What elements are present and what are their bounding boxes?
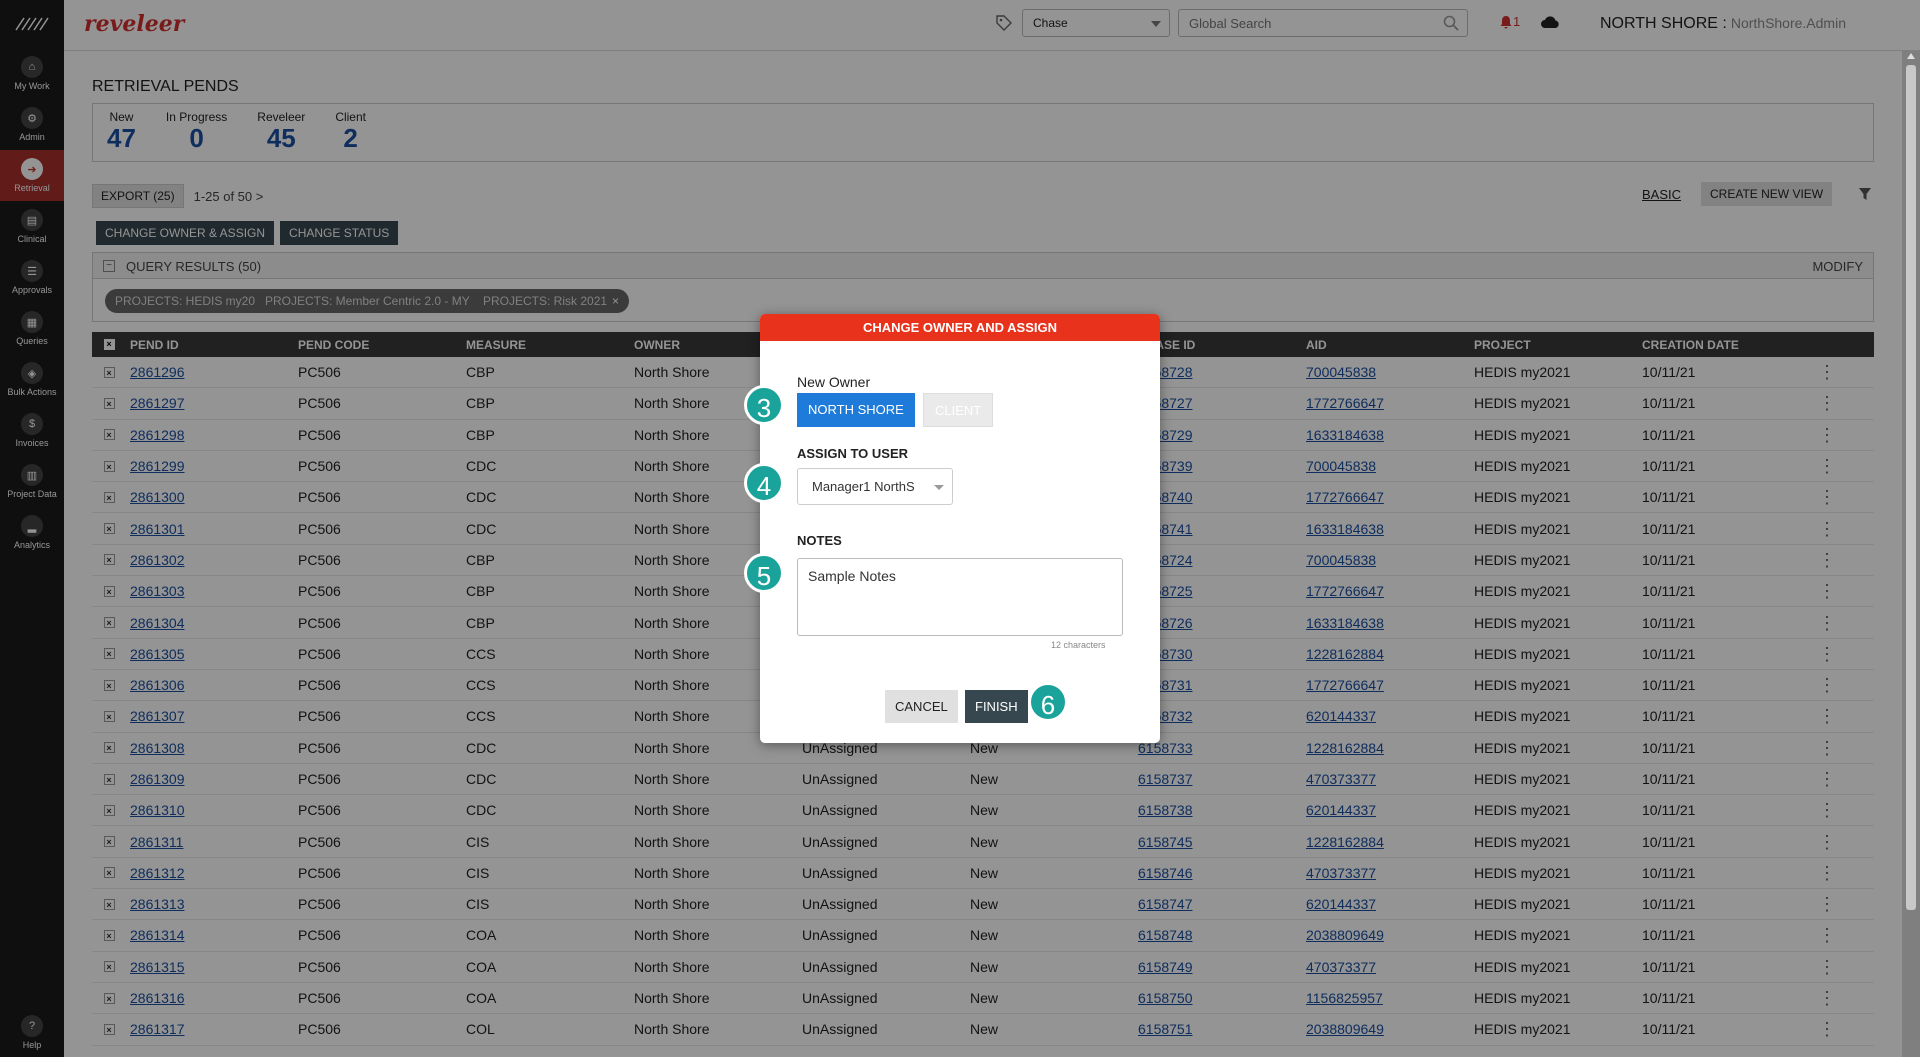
owner-client-button[interactable]: CLIENT <box>923 393 994 427</box>
step-badge-3: 3 <box>744 385 784 425</box>
step-badge-4: 4 <box>744 463 784 503</box>
scroll-up-arrow-icon[interactable] <box>1907 53 1915 59</box>
assign-user-value: Manager1 NorthS <box>812 479 915 494</box>
character-count: 12 characters <box>1051 640 1106 650</box>
step-badge-5: 5 <box>744 553 784 593</box>
new-owner-label: New Owner <box>797 374 871 390</box>
notes-label: NOTES <box>797 533 842 548</box>
step-badge-6: 6 <box>1028 682 1068 722</box>
finish-button[interactable]: FINISH <box>965 690 1028 723</box>
assign-to-user-label: ASSIGN TO USER <box>797 446 909 461</box>
chevron-down-icon <box>934 485 944 490</box>
owner-north-shore-button[interactable]: NORTH SHORE <box>797 393 915 427</box>
assign-user-select[interactable]: Manager1 NorthS <box>797 468 953 505</box>
notes-textarea[interactable] <box>797 558 1123 636</box>
scrollbar-thumb[interactable] <box>1906 65 1916 910</box>
cancel-button[interactable]: CANCEL <box>885 690 958 723</box>
page-scrollbar[interactable] <box>1902 51 1920 1057</box>
change-owner-dialog: CHANGE OWNER AND ASSIGN New Owner 3 NORT… <box>744 314 1160 743</box>
dialog-title: CHANGE OWNER AND ASSIGN <box>760 314 1160 341</box>
